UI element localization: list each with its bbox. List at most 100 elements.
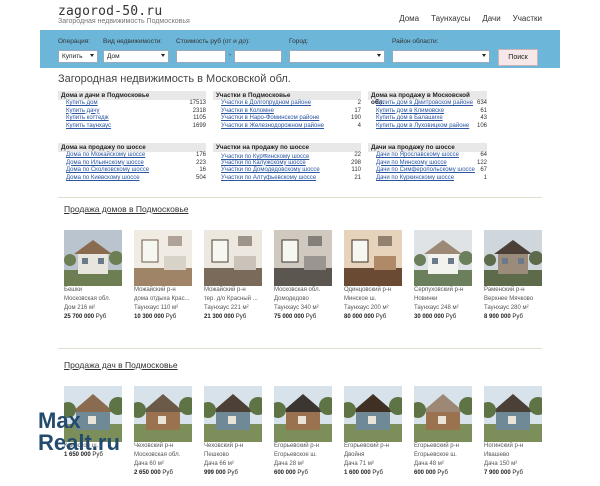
listing-card[interactable]: Егорьевский р-н Егорьевское ш. Дача 48 м² 6… bbox=[414, 386, 474, 478]
city-select[interactable] bbox=[289, 50, 385, 63]
listing-card[interactable]: Серпуховский р-н Новинки Таунхаус 248 м² 30… bbox=[414, 230, 474, 322]
link-block: Участки в Подмосковье Участки в Долгопруд… bbox=[213, 91, 361, 130]
listing-price: 25 700 000 Руб bbox=[64, 313, 124, 322]
dachas-section-title[interactable]: Продажа дач в Подмосковье bbox=[64, 360, 178, 370]
listing-price: 8 900 000 Руб bbox=[484, 313, 544, 322]
category-link[interactable]: Дачи по Ярославскому шоссе bbox=[376, 152, 459, 158]
category-link[interactable]: Участки в Долгопрудном районе bbox=[221, 100, 311, 106]
operation-select-value: Купить bbox=[62, 53, 83, 60]
listing-currency: Руб bbox=[227, 470, 238, 476]
nav-link-plots[interactable]: Участки bbox=[513, 14, 542, 23]
listing-photo[interactable] bbox=[274, 230, 332, 286]
category-link[interactable]: Дачи по Минскому шоссе bbox=[376, 160, 447, 166]
category-link[interactable]: Дома по Киевскому шоссе bbox=[66, 175, 140, 181]
listing-photo[interactable] bbox=[344, 386, 402, 442]
listing-photo[interactable] bbox=[274, 386, 332, 442]
category-link[interactable]: Купить таунхаус bbox=[66, 123, 111, 129]
category-link[interactable]: Участки по Калужскому шоссе bbox=[221, 160, 306, 166]
category-link[interactable]: Участки в Коломне bbox=[221, 108, 274, 114]
link-list-item: Дачи по Симферопольскому шоссе 67 bbox=[368, 167, 487, 175]
listing-photo[interactable] bbox=[344, 230, 402, 286]
nav-link-townhouses[interactable]: Таунхаусы bbox=[431, 14, 470, 23]
price-from-input[interactable] bbox=[176, 50, 226, 63]
listing-price: 10 300 000 Руб bbox=[134, 313, 194, 322]
listing-locality: Двойня bbox=[344, 452, 365, 458]
category-link[interactable]: Дома по Ильинскому шоссе bbox=[66, 160, 144, 166]
listing-card[interactable]: Бешки Московская обл. Дом 216 м² 25 700 000… bbox=[64, 230, 124, 322]
listing-price: 80 000 000 Руб bbox=[344, 313, 404, 322]
listing-location: Одинцовский р-н bbox=[344, 287, 392, 293]
listing-photo[interactable] bbox=[64, 230, 122, 286]
region-select[interactable] bbox=[392, 50, 490, 63]
listing-type-area: Таунхаус 221 м² bbox=[204, 305, 249, 311]
nav-link-dachas[interactable]: Дачи bbox=[482, 14, 500, 23]
operation-select[interactable]: Купить bbox=[58, 50, 98, 63]
listing-count: 16 bbox=[199, 167, 206, 174]
listing-card[interactable]: Одинцовский р-н Минское ш. Таунхаус 200 м²… bbox=[344, 230, 404, 322]
link-block: Дома на продажу в Московской обл. Купить … bbox=[368, 91, 487, 130]
price-to-input[interactable] bbox=[234, 50, 282, 63]
listing-card[interactable]: Можайский р-н тер. д/о Красный ... Таунхау… bbox=[204, 230, 264, 322]
listing-photo[interactable] bbox=[414, 230, 472, 286]
listing-locality: Домодедово bbox=[274, 296, 309, 302]
listing-photo[interactable] bbox=[204, 230, 262, 286]
site-tagline: Загородная недвижимость Подмосковья bbox=[58, 18, 190, 25]
listing-card[interactable]: Егорьевский р-н Егорьевское ш. Дача 28 м² 6… bbox=[274, 386, 334, 478]
listing-price-value: 1 600 000 bbox=[344, 470, 371, 476]
listing-count: 122 bbox=[476, 159, 487, 166]
category-link[interactable]: Купить дом bbox=[66, 100, 98, 106]
category-link[interactable]: Купить дом в Климовске bbox=[376, 108, 444, 114]
category-link[interactable]: Участки по Домодедовскому шоссе bbox=[221, 167, 320, 173]
listing-photo[interactable] bbox=[484, 230, 542, 286]
category-link[interactable]: Дачи по Симферопольскому шоссе bbox=[376, 167, 475, 173]
nav-link-houses[interactable]: Дома bbox=[399, 14, 419, 23]
link-list: Купить дом 17513 Купить дачу 2318 Купить кот… bbox=[58, 100, 206, 130]
listing-count: 1 bbox=[483, 174, 487, 181]
listing-card[interactable]: Егорьевский р-н Двойня Дача 71 м² 1 600 000… bbox=[344, 386, 404, 478]
link-block-title: Участки в Подмосковье bbox=[213, 91, 361, 100]
listing-locality: Ивашево bbox=[484, 452, 510, 458]
listing-locality: Егорьевское ш. bbox=[274, 452, 317, 458]
listing-card[interactable]: Можайский р-н дома отдыха Крас... Таунхаус… bbox=[134, 230, 194, 322]
category-link[interactable]: Участки в Наро-Фоминском районе bbox=[221, 115, 319, 121]
listing-currency: Руб bbox=[235, 314, 247, 320]
listing-currency: Руб bbox=[297, 470, 308, 476]
listing-card[interactable]: Чеховский р-н Московская обл. Дача 60 м² 2 … bbox=[134, 386, 194, 478]
listing-card[interactable]: Ногинский р-н Ивашево Дача 150 м² 7 900 000… bbox=[484, 386, 544, 478]
listing-photo[interactable] bbox=[204, 386, 262, 442]
listing-photo[interactable] bbox=[484, 386, 542, 442]
listing-card[interactable]: Чеховский р-н Пешково Дача 66 м² 999 000 Ру… bbox=[204, 386, 264, 478]
category-link[interactable]: Дома по Можайскому шоссе bbox=[66, 152, 145, 158]
listing-card[interactable]: Московская обл. Домодедово Таунхаус 340 м²… bbox=[274, 230, 334, 322]
listing-count: 176 bbox=[195, 152, 206, 158]
houses-section-title[interactable]: Продажа домов в Подмосковье bbox=[64, 204, 189, 214]
search-button[interactable]: Поиск bbox=[498, 49, 538, 66]
category-link[interactable]: Купить коттедж bbox=[66, 115, 109, 121]
listing-count: 2 bbox=[357, 100, 361, 106]
site-logo[interactable]: zagorod-50.ru bbox=[58, 4, 162, 19]
category-link[interactable]: Участки по Алтуфьевскому шоссе bbox=[221, 175, 316, 181]
listing-price-value: 8 900 000 bbox=[484, 314, 511, 320]
listing-photo[interactable] bbox=[134, 386, 192, 442]
category-link[interactable]: Дома по Сколковскому шоссе bbox=[66, 167, 149, 173]
listing-price: 999 000 Руб bbox=[204, 469, 264, 478]
listing-price: 7 900 000 Руб bbox=[484, 469, 544, 478]
category-link[interactable]: Купить дом в Балашихе bbox=[376, 115, 443, 121]
category-link[interactable]: Участки в Железнодорожном районе bbox=[221, 123, 324, 129]
listing-price: 600 000 Руб bbox=[274, 469, 334, 478]
listing-count: 22 bbox=[354, 152, 361, 158]
category-link[interactable]: Купить дом в Дмитровском районе bbox=[376, 100, 473, 106]
listing-photo[interactable] bbox=[414, 386, 472, 442]
top-navigation: Дома Таунхаусы Дачи Участки bbox=[399, 14, 542, 23]
listing-price-value: 25 700 000 bbox=[64, 314, 95, 320]
listing-type-area: Таунхаус 200 м² bbox=[344, 305, 389, 311]
category-link[interactable]: Дачи по Куркинскому шоссе bbox=[376, 175, 454, 181]
listing-card[interactable]: Раменский р-н Верхнее Мячково Таунхаус 280… bbox=[484, 230, 544, 322]
listing-type-area: Таунхаус 340 м² bbox=[274, 305, 319, 311]
listing-photo[interactable] bbox=[134, 230, 192, 286]
category-link[interactable]: Купить дом в Луховицком районе bbox=[376, 123, 469, 129]
listing-count: 17 bbox=[354, 107, 361, 114]
listing-location: Чеховский р-н bbox=[204, 443, 244, 449]
category-link[interactable]: Купить дачу bbox=[66, 108, 99, 114]
type-select[interactable]: Дом bbox=[103, 50, 169, 63]
